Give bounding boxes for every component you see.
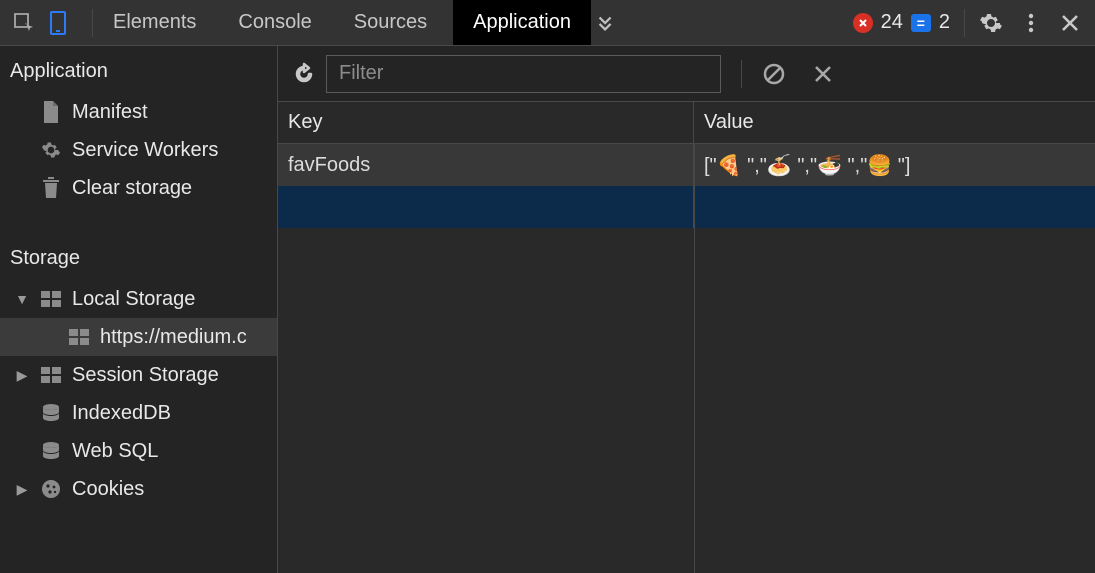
kebab-menu-icon[interactable]: [1021, 11, 1041, 35]
grid-icon: [40, 291, 62, 307]
tab-console[interactable]: Console: [232, 0, 317, 45]
gear-icon: [40, 140, 62, 160]
separator: [92, 9, 93, 37]
database-icon: [40, 441, 62, 461]
grid-icon: [68, 329, 90, 345]
message-badge-icon: =: [911, 14, 931, 32]
separator: [741, 60, 742, 88]
column-divider[interactable]: [694, 144, 695, 573]
panel-tabs: Elements Console Sources Application: [101, 0, 581, 45]
sidebar-item-session-storage[interactable]: ▶ Session Storage: [0, 356, 277, 394]
tab-sources[interactable]: Sources: [348, 0, 433, 45]
cell-value[interactable]: ["🍕 ","🍝 ","🍜 ","🍔 "]: [694, 144, 1095, 186]
sidebar-item-label: Manifest: [72, 101, 148, 124]
delete-selected-icon[interactable]: [812, 63, 834, 85]
sidebar-item-clear-storage[interactable]: Clear storage: [0, 169, 277, 207]
table-row-empty-selected[interactable]: [278, 186, 1095, 228]
sidebar-item-cookies[interactable]: ▶ Cookies: [0, 470, 277, 508]
document-icon: [40, 101, 62, 123]
clear-all-icon[interactable]: [762, 62, 786, 86]
application-sidebar: Application Manifest Service Workers Cle…: [0, 46, 278, 573]
errors-count: 24: [881, 11, 903, 34]
sidebar-item-websql[interactable]: Web SQL: [0, 432, 277, 470]
more-tabs-icon[interactable]: [581, 12, 631, 34]
main-split: Application Manifest Service Workers Cle…: [0, 46, 1095, 573]
sidebar-item-label: IndexedDB: [72, 402, 171, 425]
trash-icon: [40, 177, 62, 199]
chevron-right-icon: ▶: [14, 481, 30, 498]
sidebar-item-label: Web SQL: [72, 440, 158, 463]
table-body: favFoods ["🍕 ","🍝 ","🍜 ","🍔 "]: [278, 144, 1095, 573]
section-title-storage: Storage: [0, 233, 277, 280]
sidebar-item-label: Clear storage: [72, 177, 192, 200]
section-title-application: Application: [0, 46, 277, 93]
devtools-topbar: Elements Console Sources Application 24 …: [0, 0, 1095, 46]
device-toggle-icon[interactable]: [50, 11, 66, 35]
column-header-value[interactable]: Value: [694, 102, 1095, 143]
sidebar-item-indexeddb[interactable]: IndexedDB: [0, 394, 277, 432]
tab-application[interactable]: Application: [453, 0, 591, 45]
settings-gear-icon[interactable]: [979, 11, 1003, 35]
storage-table: Key Value favFoods ["🍕 ","🍝 ","🍜 ","🍔 "]: [278, 102, 1095, 573]
close-devtools-icon[interactable]: [1059, 12, 1081, 34]
sidebar-item-label: https://medium.c: [100, 326, 247, 349]
storage-content: Key Value favFoods ["🍕 ","🍝 ","🍜 ","🍔 "]: [278, 46, 1095, 573]
sidebar-item-local-storage-origin[interactable]: https://medium.c: [0, 318, 277, 356]
sidebar-item-label: Service Workers: [72, 139, 218, 162]
sidebar-item-service-workers[interactable]: Service Workers: [0, 131, 277, 169]
cell-key[interactable]: [278, 186, 694, 228]
separator: [964, 9, 965, 37]
filter-toolbar: [278, 46, 1095, 102]
refresh-icon[interactable]: [292, 62, 316, 86]
table-header: Key Value: [278, 102, 1095, 144]
sidebar-item-label: Session Storage: [72, 364, 219, 387]
inspect-icon[interactable]: [12, 11, 36, 35]
column-header-key[interactable]: Key: [278, 102, 694, 143]
topbar-left-icons: [12, 11, 84, 35]
sidebar-item-label: Cookies: [72, 478, 144, 501]
error-badge-icon: [853, 13, 873, 33]
cell-key[interactable]: favFoods: [278, 144, 694, 186]
tab-elements[interactable]: Elements: [107, 0, 202, 45]
topbar-right-icons: [973, 11, 1091, 35]
cookie-icon: [40, 479, 62, 499]
sidebar-item-manifest[interactable]: Manifest: [0, 93, 277, 131]
table-row[interactable]: favFoods ["🍕 ","🍝 ","🍜 ","🍔 "]: [278, 144, 1095, 186]
error-warning-counters[interactable]: 24 = 2: [847, 11, 956, 34]
sidebar-item-label: Local Storage: [72, 288, 195, 311]
grid-icon: [40, 367, 62, 383]
database-icon: [40, 403, 62, 423]
chevron-right-icon: ▶: [14, 367, 30, 384]
chevron-down-icon: ▼: [14, 291, 30, 307]
sidebar-item-local-storage[interactable]: ▼ Local Storage: [0, 280, 277, 318]
filter-input[interactable]: [326, 55, 721, 93]
messages-count: 2: [939, 11, 950, 34]
cell-value[interactable]: [694, 186, 1095, 228]
